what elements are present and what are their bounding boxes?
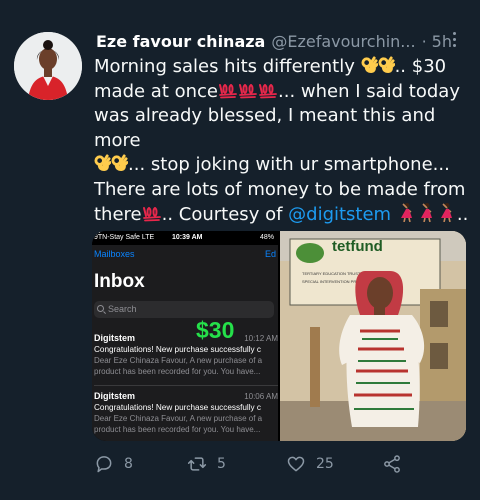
mail-preview: Dear Eze Chinaza Favour, A new purchase … — [94, 356, 278, 377]
hundred-points-emoji — [239, 83, 257, 98]
mail-message: Digitstem 10:06 AM Congratulations! New … — [94, 391, 278, 441]
clock-label: 10:39 AM — [172, 234, 203, 241]
woman-photo: tetfund TERTIARY EDUCATION TRUST FUND SP… — [280, 231, 466, 441]
tweet-text: Morning sales hits differently .. $30 ma… — [94, 55, 476, 252]
carrier-label: 9TN-Stay Safe LTE — [94, 234, 155, 241]
reply-icon — [96, 456, 112, 473]
mail-preview-line: product has been recorded for you. You h… — [94, 424, 261, 434]
mail-time: 10:12 AM — [244, 334, 278, 343]
share-button[interactable] — [382, 452, 412, 476]
tweet-text-part: .. Courtesy of — [161, 204, 289, 225]
author-avatar[interactable] — [14, 32, 82, 100]
mention-link[interactable]: @digitstem — [288, 204, 391, 225]
mail-preview: Dear Eze Chinaza Favour, A new purchase … — [94, 414, 278, 435]
search-placeholder: Search — [108, 304, 137, 314]
mail-sender: Digitstem — [94, 391, 136, 401]
mail-search-field: Search — [94, 301, 274, 318]
separator-dot: · — [421, 31, 427, 51]
edit-link: Ed — [264, 249, 276, 259]
mail-message: Digitstem 10:12 AM Congratulations! New … — [94, 333, 278, 385]
author-handle[interactable]: @Ezefavourchin... — [271, 32, 415, 51]
hundred-points-emoji — [259, 83, 277, 98]
reply-button[interactable]: 8 — [94, 452, 133, 476]
heart-icon — [287, 456, 305, 472]
phone-status-bar: 9TN-Stay Safe LTE 10:39 AM 48% — [92, 231, 278, 245]
tweet-text-part: Morning sales hits differently — [94, 56, 361, 77]
ok-hand-emoji — [361, 56, 378, 73]
amount-overlay: $30 — [196, 317, 235, 343]
author-name[interactable]: Eze favour chinaza — [96, 32, 265, 51]
mail-divider — [94, 385, 278, 386]
tweet-actions: 8 5 25 — [92, 452, 452, 476]
tweet-media[interactable]: 9TN-Stay Safe LTE 10:39 AM 48% Mailboxes… — [92, 231, 466, 441]
hundred-points-emoji — [219, 83, 237, 98]
inbox-title: Inbox — [94, 271, 145, 292]
like-button[interactable]: 25 — [286, 452, 334, 476]
media-image-photo[interactable]: tetfund TERTIARY EDUCATION TRUST FUND SP… — [280, 231, 466, 441]
profile-photo — [14, 32, 82, 100]
mailboxes-back-link: Mailboxes — [94, 249, 135, 259]
mail-subject: Congratulations! New purchase successful… — [94, 403, 262, 412]
mail-preview-line: Dear Eze Chinaza Favour, A new purchase … — [94, 414, 263, 423]
like-count: 25 — [316, 456, 334, 472]
retweet-icon — [187, 457, 207, 471]
mail-sender: Digitstem — [94, 333, 136, 343]
more-options-icon[interactable] — [444, 28, 464, 50]
ok-hand-emoji — [94, 154, 111, 171]
retweet-count: 5 — [217, 456, 226, 472]
battery-label: 48% — [259, 234, 274, 241]
mail-preview-line: product has been recorded for you. You h… — [94, 366, 261, 376]
reply-count: 8 — [124, 456, 133, 472]
share-icon — [384, 455, 400, 473]
hundred-points-emoji — [142, 207, 161, 222]
ok-hand-emoji — [378, 56, 395, 73]
ok-hand-emoji — [111, 154, 128, 171]
mail-time: 10:06 AM — [244, 392, 278, 401]
tweet-header: Eze favour chinaza @Ezefavourchin... · 5… — [96, 30, 464, 52]
woman-dancing-emoji — [420, 203, 432, 222]
media-image-mail-screenshot[interactable]: 9TN-Stay Safe LTE 10:39 AM 48% Mailboxes… — [92, 231, 278, 441]
search-icon — [97, 305, 104, 312]
mail-subject: Congratulations! New purchase successful… — [94, 345, 262, 354]
mail-preview-line: Dear Eze Chinaza Favour, A new purchase … — [94, 356, 263, 365]
woman-dancing-emoji — [400, 203, 412, 222]
sign-brand: tetfund — [332, 238, 383, 255]
woman-dancing-emoji — [440, 203, 452, 222]
retweet-button[interactable]: 5 — [187, 452, 226, 476]
